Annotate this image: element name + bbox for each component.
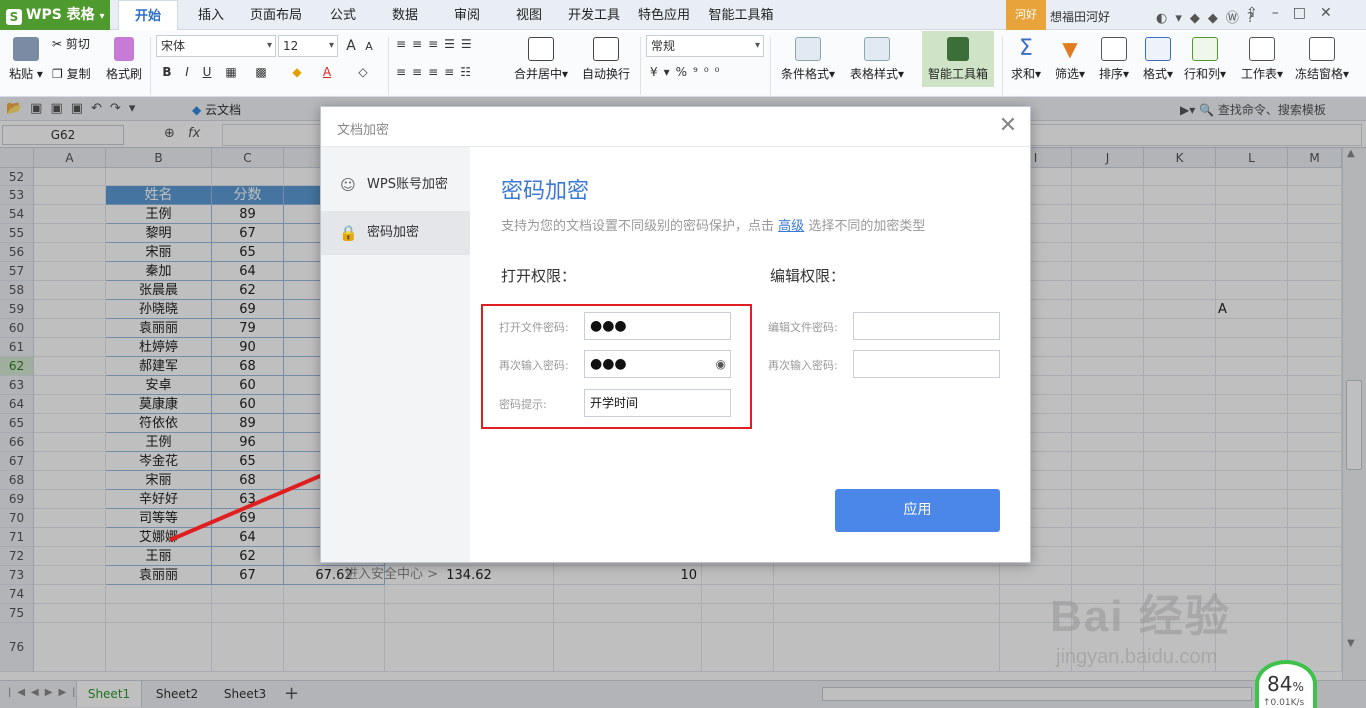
watermark-logo: Bai 经验 xyxy=(1050,592,1231,641)
hint-input[interactable]: 开学时间 xyxy=(584,389,731,417)
desc-text: 支持为您的文档设置不同级别的密码保护，点击 xyxy=(501,219,775,234)
apply-button[interactable]: 应用 xyxy=(835,489,1000,532)
encrypt-dialog: 文档加密 ✕ ☺ WPS账号加密 🔒 密码加密 进入安全中心 > 密码加密 支持为您… xyxy=(320,106,1031,582)
edit-password-label: 编辑文件密码: xyxy=(768,321,838,334)
sidebar-item-label: WPS账号加密 xyxy=(367,177,448,192)
open-repeat-input[interactable]: ●●● ◉ xyxy=(584,350,731,378)
dialog-sidebar: ☺ WPS账号加密 🔒 密码加密 进入安全中心 > xyxy=(321,147,470,582)
speed-rate: ↑0.01K/s xyxy=(1263,698,1305,708)
watermark-url: jingyan.baidu.com xyxy=(1056,646,1218,668)
dialog-title: 文档加密 xyxy=(337,123,390,138)
close-icon[interactable]: ✕ xyxy=(997,115,1019,137)
sidebar-item-password[interactable]: 🔒 密码加密 xyxy=(321,211,470,255)
eye-icon[interactable]: ◉ xyxy=(716,351,726,377)
lock-icon: 🔒 xyxy=(339,224,358,242)
open-password-input[interactable]: ●●● xyxy=(584,312,731,340)
edit-permission-title: 编辑权限： xyxy=(770,267,846,285)
sidebar-item-label: 密码加密 xyxy=(367,225,420,240)
edit-password-input[interactable] xyxy=(853,312,1000,340)
edit-repeat-label: 再次输入密码: xyxy=(768,359,838,372)
desc-text-tail: 选择不同的加密类型 xyxy=(808,219,926,234)
dialog-titlebar: 文档加密 ✕ xyxy=(321,107,1030,147)
advanced-link[interactable]: 高级 xyxy=(778,219,804,234)
dialog-heading: 密码加密 xyxy=(501,179,590,204)
open-repeat-label: 再次输入密码: xyxy=(499,359,569,372)
sidebar-item-wps-account[interactable]: ☺ WPS账号加密 xyxy=(321,163,470,207)
user-icon: ☺ xyxy=(340,176,356,194)
edit-repeat-input[interactable] xyxy=(853,350,1000,378)
speed-percent: 84% xyxy=(1267,672,1304,696)
open-password-label: 打开文件密码: xyxy=(499,321,569,334)
security-center-link[interactable]: 进入安全中心 > xyxy=(345,563,438,582)
open-repeat-value: ●●● xyxy=(590,356,627,372)
speed-widget[interactable]: 84% ↑0.01K/s xyxy=(1255,660,1317,708)
hint-label: 密码提示: xyxy=(499,398,547,411)
dialog-description: 支持为您的文档设置不同级别的密码保护，点击 高级 选择不同的加密类型 xyxy=(501,215,925,234)
open-permission-title: 打开权限： xyxy=(501,267,577,285)
